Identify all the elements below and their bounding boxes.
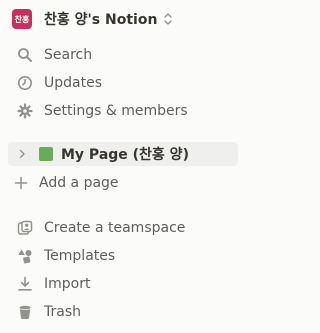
chevron-right-icon[interactable] (14, 146, 30, 162)
sidebar-item-label: Search (44, 47, 93, 63)
sidebar-item-label: Import (44, 276, 91, 292)
page-icon (39, 147, 53, 161)
add-page-button[interactable]: Add a page (8, 170, 234, 196)
plus-icon (11, 173, 31, 193)
sidebar-item-label: Settings & members (44, 103, 188, 119)
page-title: My Page (찬홍 양) (61, 147, 189, 163)
sidebar-item-label: Create a teamspace (44, 220, 186, 236)
sidebar-item-search[interactable]: Search (8, 42, 234, 68)
trash-icon (15, 302, 35, 322)
sidebar-item-settings[interactable]: Settings & members (8, 98, 234, 124)
chevron-up-down-icon (163, 12, 175, 26)
add-page-label: Add a page (39, 175, 119, 191)
search-icon (15, 45, 35, 65)
clock-icon (15, 73, 35, 93)
sidebar-item-updates[interactable]: Updates (8, 70, 234, 96)
workspace-avatar: 찬홍 (12, 9, 32, 29)
sidebar-item-import[interactable]: Import (8, 271, 234, 297)
download-icon (15, 274, 35, 294)
sidebar-page-my-page[interactable]: My Page (찬홍 양) (8, 142, 238, 166)
teamspace-icon (15, 218, 35, 238)
sidebar-item-label: Updates (44, 75, 102, 91)
sidebar-item-trash[interactable]: Trash (8, 299, 234, 325)
shapes-icon (15, 246, 35, 266)
workspace-name: 찬홍 양's Notion (44, 12, 158, 28)
gear-icon (15, 101, 35, 121)
create-teamspace-button[interactable]: Create a teamspace (8, 215, 234, 241)
workspace-switcher[interactable]: 찬홍 찬홍 양's Notion (8, 6, 234, 32)
sidebar-item-label: Trash (44, 304, 81, 320)
sidebar-item-templates[interactable]: Templates (8, 243, 234, 269)
sidebar-item-label: Templates (44, 248, 116, 264)
